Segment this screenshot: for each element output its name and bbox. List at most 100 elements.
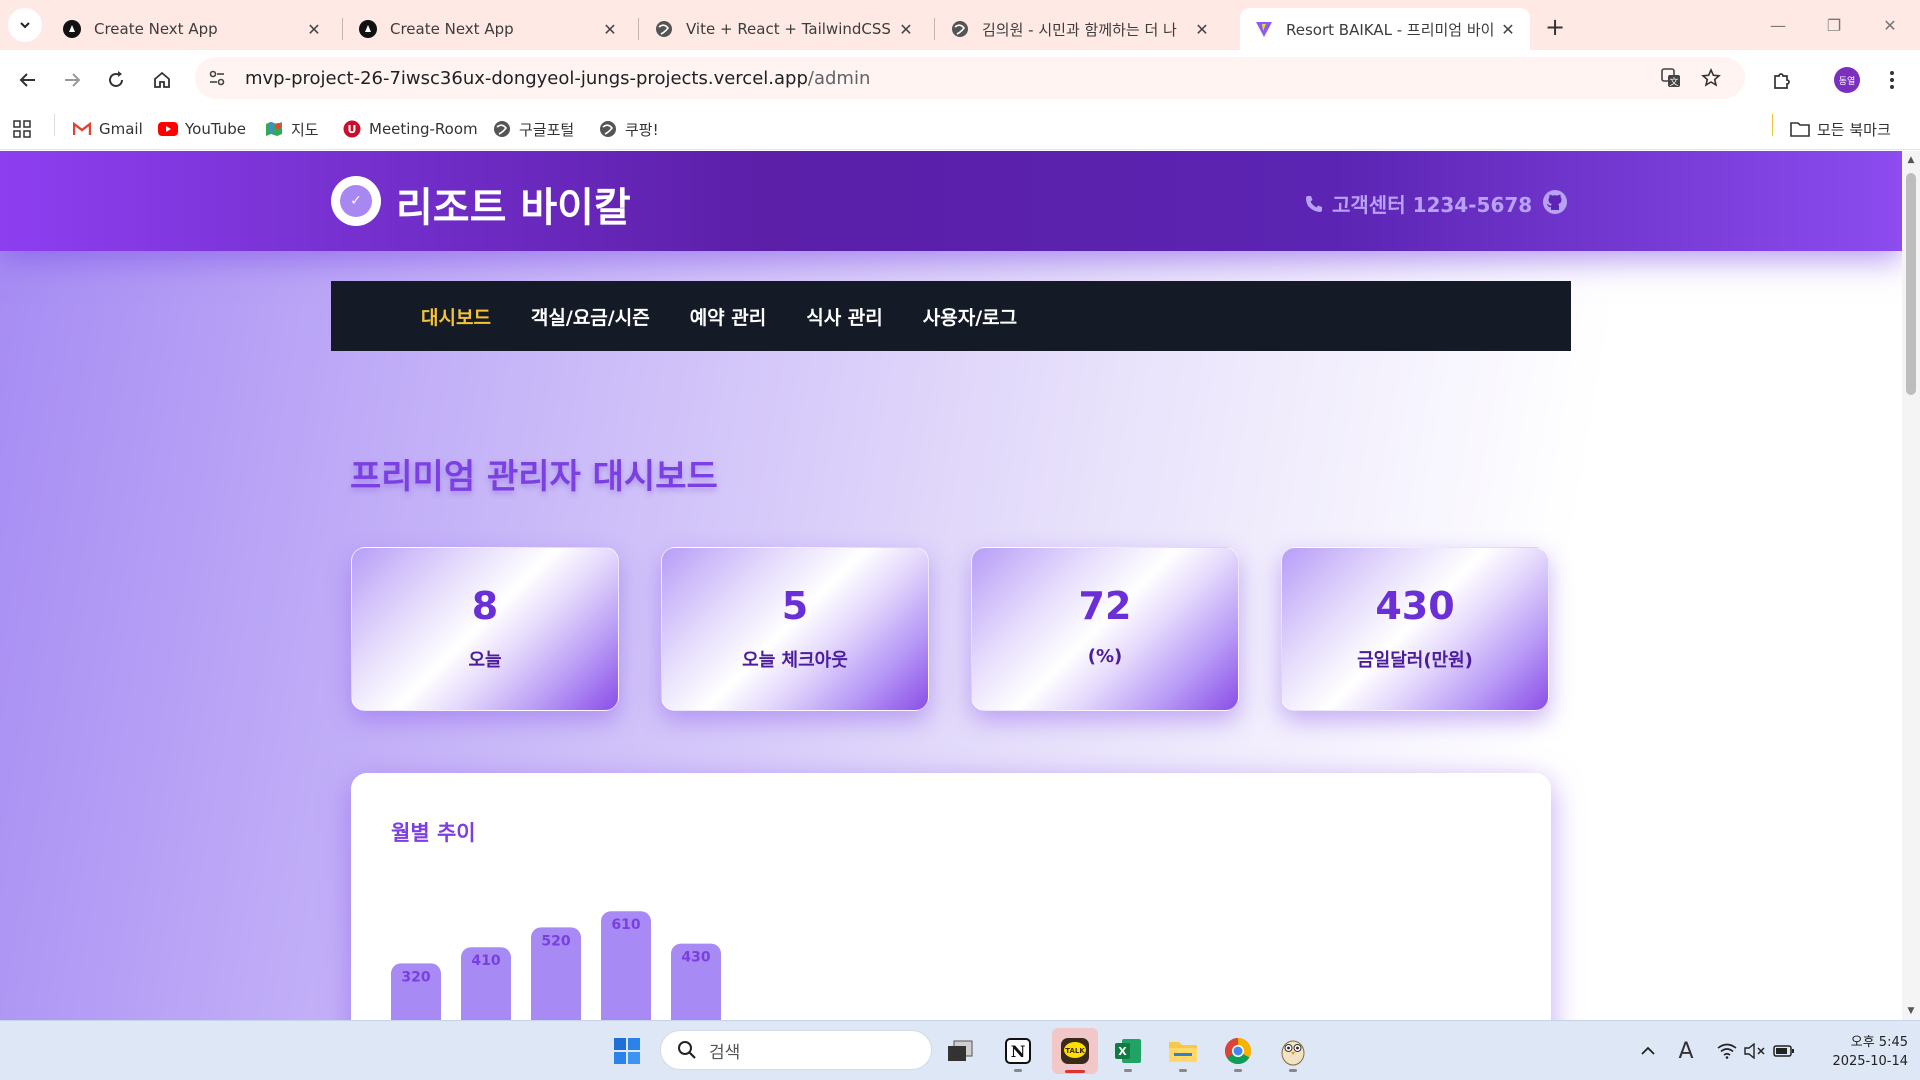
browser-tab-3[interactable]: Vite + React + TailwindCSS ✕ — [640, 8, 928, 50]
apps-button[interactable] — [12, 118, 39, 140]
page-viewport: ✓ 리조트 바이칼 고객센터 1234-5678 대시보드 객실/요금/시즌 예… — [0, 151, 1902, 1020]
chrome-menu-button[interactable] — [1876, 64, 1908, 96]
task-view-button[interactable] — [940, 1031, 980, 1071]
browser-tab-active[interactable]: Resort BAIKAL - 프리미엄 바이 ✕ — [1240, 8, 1530, 50]
excel-icon: X — [1115, 1039, 1141, 1063]
bookmark-meeting-room[interactable]: U Meeting-Room — [342, 118, 478, 140]
volume-muted-icon[interactable] — [1743, 1039, 1767, 1063]
nav-rooms-rates-seasons[interactable]: 객실/요금/시즌 — [531, 303, 650, 330]
close-icon[interactable]: ✕ — [302, 17, 326, 41]
arrow-right-icon — [65, 73, 81, 87]
tab-search-button[interactable] — [8, 8, 42, 42]
ime-indicator-icon[interactable]: A — [1674, 1039, 1698, 1064]
taskbar-excel[interactable]: X — [1108, 1031, 1148, 1072]
stat-card: 430 금일달러(만원) — [1281, 547, 1549, 711]
stat-label: 오늘 체크아웃 — [742, 650, 848, 671]
all-bookmarks-button[interactable]: 모든 북마크 — [1790, 118, 1891, 140]
translate-icon[interactable]: 文 — [1655, 62, 1687, 94]
close-icon[interactable]: ✕ — [1496, 17, 1520, 41]
bookmarks-separator — [54, 114, 55, 136]
tab-separator — [638, 18, 639, 40]
close-icon[interactable]: ✕ — [598, 17, 622, 41]
running-indicator — [1065, 1070, 1085, 1073]
task-view-icon — [948, 1040, 973, 1061]
globe-icon — [492, 119, 512, 139]
customer-center[interactable]: 고객센터 1234-5678 — [1304, 189, 1532, 218]
browser-tab-2[interactable]: Create Next App ✕ — [344, 8, 632, 50]
stat-value: 8 — [471, 584, 499, 628]
chart-data-label: 430 — [681, 950, 710, 966]
start-button[interactable] — [607, 1031, 647, 1071]
taskbar-file-explorer[interactable] — [1163, 1031, 1203, 1072]
new-tab-button[interactable]: + — [1540, 12, 1570, 42]
close-window-button[interactable]: ✕ — [1870, 10, 1910, 40]
chart-data-label: 320 — [401, 969, 430, 985]
bookmark-star-icon[interactable] — [1695, 62, 1727, 94]
taskbar-kakaotalk[interactable]: TALK — [1052, 1028, 1098, 1074]
bookmark-maps[interactable]: 지도 — [264, 118, 319, 140]
running-indicator — [1234, 1069, 1242, 1072]
stat-card: 72 (%) — [971, 547, 1239, 711]
youtube-icon — [158, 119, 178, 139]
url-text: mvp-project-26-7iwsc36ux-dongyeol-jungs-… — [245, 68, 870, 89]
search-icon — [675, 1038, 699, 1062]
maps-icon — [264, 119, 284, 139]
reload-button[interactable] — [100, 64, 132, 96]
battery-icon[interactable] — [1772, 1039, 1796, 1063]
site-logo[interactable]: ✓ — [331, 176, 381, 226]
close-icon[interactable]: ✕ — [1190, 17, 1214, 41]
page-scrollbar[interactable]: ▲ ▼ — [1902, 151, 1920, 1020]
scroll-up-icon[interactable]: ▲ — [1906, 155, 1916, 165]
reload-icon — [109, 71, 123, 87]
gmail-icon — [72, 119, 92, 139]
taskbar-notion[interactable]: N — [998, 1031, 1038, 1072]
bookmark-label: 구글포털 — [519, 120, 575, 139]
browser-tab-4[interactable]: 김의원 - 시민과 함께하는 더 나 ✕ — [936, 8, 1224, 50]
url-path: /admin — [807, 67, 871, 89]
bookmark-google-portal[interactable]: 구글포털 — [492, 118, 574, 140]
extensions-button[interactable] — [1766, 64, 1798, 96]
wifi-icon[interactable] — [1715, 1039, 1739, 1063]
nav-users-logs[interactable]: 사용자/로그 — [923, 303, 1017, 330]
minimize-button[interactable]: — — [1758, 10, 1798, 40]
chart-data-label: 410 — [471, 953, 500, 969]
nav-meals[interactable]: 식사 관리 — [806, 303, 883, 330]
taskbar-search[interactable]: 검색 — [660, 1030, 932, 1070]
system-clock[interactable]: 오후 5:45 2025-10-14 — [1808, 1033, 1908, 1071]
nav-dashboard[interactable]: 대시보드 — [421, 303, 491, 330]
check-icon: ✓ — [340, 185, 372, 217]
site-header: ✓ 리조트 바이칼 고객센터 1234-5678 — [0, 151, 1902, 251]
github-icon[interactable] — [1542, 189, 1568, 215]
taskbar-chrome[interactable] — [1218, 1031, 1258, 1072]
kebab-menu-icon — [1890, 71, 1894, 89]
restore-button[interactable]: ❐ — [1814, 10, 1854, 40]
scroll-down-icon[interactable]: ▼ — [1906, 1006, 1916, 1016]
site-settings-icon[interactable] — [201, 62, 233, 94]
taskbar-app-owl[interactable] — [1273, 1031, 1313, 1072]
address-bar[interactable]: mvp-project-26-7iwsc36ux-dongyeol-jungs-… — [195, 57, 1745, 99]
chevron-up-icon[interactable] — [1636, 1039, 1660, 1063]
globe-icon — [598, 119, 618, 139]
scroll-thumb[interactable] — [1906, 173, 1916, 395]
bookmark-youtube[interactable]: YouTube — [158, 118, 246, 140]
forward-button[interactable] — [56, 64, 88, 96]
bookmark-label: Meeting-Room — [369, 120, 478, 138]
owl-icon — [1281, 1040, 1305, 1066]
stat-value: 72 — [1078, 584, 1132, 628]
bookmark-gmail[interactable]: Gmail — [72, 118, 143, 140]
profile-avatar[interactable]: 동열 — [1834, 67, 1860, 93]
browser-tab-strip: Create Next App ✕ Create Next App ✕ Vite… — [0, 0, 1920, 50]
running-indicator — [1124, 1069, 1132, 1072]
back-button[interactable] — [12, 64, 44, 96]
chart-data-label: 520 — [541, 933, 570, 949]
tab-title: Vite + React + TailwindCSS — [686, 20, 891, 38]
home-button[interactable] — [146, 64, 178, 96]
customer-center-text: 고객센터 1234-5678 — [1332, 193, 1533, 217]
nav-reservations[interactable]: 예약 관리 — [690, 303, 767, 330]
brand-name[interactable]: 리조트 바이칼 — [396, 175, 631, 233]
browser-tab-1[interactable]: Create Next App ✕ — [48, 8, 336, 50]
vite-icon — [1254, 19, 1274, 39]
close-icon[interactable]: ✕ — [894, 17, 918, 41]
bookmark-coupang[interactable]: 쿠팡! — [598, 118, 659, 140]
stat-card: 5 오늘 체크아웃 — [661, 547, 929, 711]
